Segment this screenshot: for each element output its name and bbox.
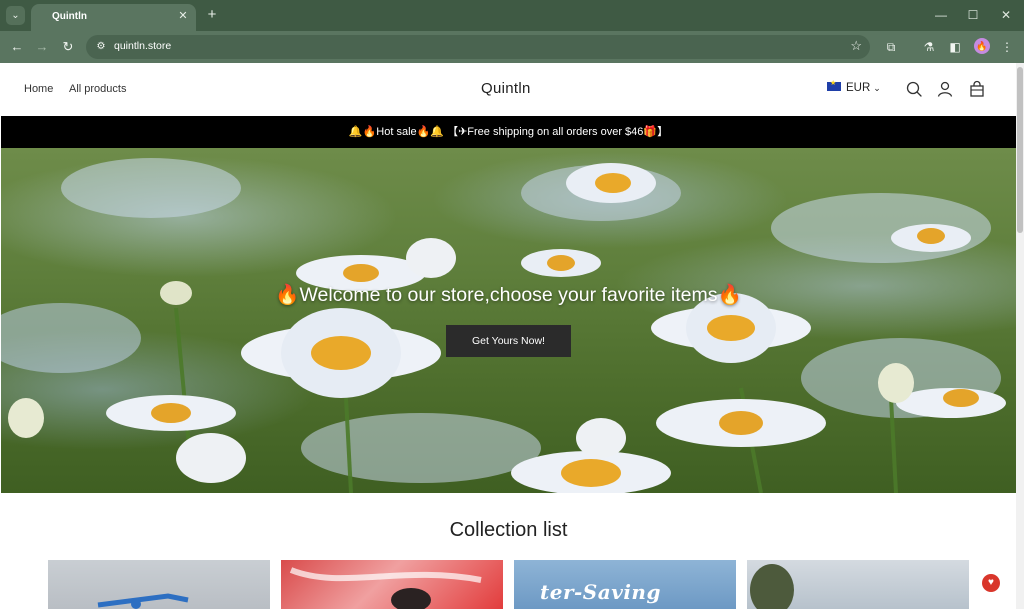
browser-tab-bar: ⌄ Quintln ✕ + — ☐ ✕	[0, 0, 1024, 31]
hero-title: 🔥Welcome to our store,choose your favori…	[275, 284, 742, 306]
site-info-icon[interactable]: ⚙	[93, 39, 109, 55]
side-panel-icon[interactable]: ◧	[946, 38, 964, 56]
nav-all-products-link[interactable]: All products	[69, 83, 126, 95]
labs-icon[interactable]: ⚗	[920, 38, 938, 56]
announcement-text: 🔔🔥Hot sale🔥🔔 【✈Free shipping on all orde…	[348, 126, 669, 138]
cart-icon[interactable]	[968, 80, 986, 98]
maximize-button[interactable]: ☐	[962, 5, 984, 25]
profile-avatar[interactable]: 🔥	[974, 38, 990, 54]
back-button[interactable]: ←	[7, 37, 27, 57]
minimize-button[interactable]: —	[930, 5, 952, 25]
collection-list-title: Collection list	[449, 519, 568, 541]
forward-button[interactable]: →	[32, 37, 52, 57]
extensions-icon[interactable]: ⧉	[882, 38, 900, 56]
new-tab-button[interactable]: +	[203, 6, 221, 24]
web-page: Home All products Quintln EUR⌄ 🔔🔥Hot sal…	[1, 63, 1016, 609]
page-scrollbar[interactable]	[1016, 63, 1024, 609]
collection-card-4[interactable]	[747, 560, 969, 609]
url-text[interactable]: quintln.store	[114, 40, 171, 52]
search-icon[interactable]	[905, 80, 923, 98]
bookmark-star-icon[interactable]: ☆	[850, 38, 862, 54]
chevron-down-icon: ⌄	[873, 83, 881, 93]
browser-toolbar: ← → ↻ ⚙ quintln.store ☆ ⧉ ⚗ ◧ ⋮	[0, 31, 1024, 63]
collection-card-3-text: ter-Saving	[540, 580, 661, 604]
tab-close-icon[interactable]: ✕	[176, 9, 190, 23]
reload-button[interactable]: ↻	[58, 37, 78, 57]
collection-card-1[interactable]	[48, 560, 270, 609]
tab-title: Quintln	[52, 11, 87, 22]
currency-label: EUR	[846, 82, 871, 94]
collection-image-1	[97, 593, 189, 609]
announcement-bar: 🔔🔥Hot sale🔥🔔 【✈Free shipping on all orde…	[1, 116, 1016, 148]
scrollbar-thumb[interactable]	[1017, 67, 1023, 233]
site-header: Home All products Quintln EUR⌄	[1, 63, 1016, 116]
get-yours-now-button[interactable]: Get Yours Now!	[446, 325, 571, 357]
eu-flag-icon	[827, 79, 841, 91]
daisy-field-image	[1, 158, 1006, 493]
collection-image-2	[289, 567, 482, 609]
hero-banner: 🔥Welcome to our store,choose your favori…	[1, 148, 1016, 493]
store-logo[interactable]: Quintln	[481, 80, 531, 97]
tab-search-button[interactable]: ⌄	[6, 6, 25, 25]
account-icon[interactable]	[936, 80, 954, 98]
browser-tab[interactable]: Quintln ✕	[31, 4, 196, 31]
heart-badge-icon[interactable]: ♥	[982, 574, 1000, 592]
browser-menu-icon[interactable]: ⋮	[998, 38, 1016, 56]
nav-home-link[interactable]: Home	[24, 83, 53, 95]
close-window-button[interactable]: ✕	[995, 5, 1017, 25]
collection-card-2[interactable]	[281, 560, 503, 609]
collection-card-3[interactable]: ter-Saving	[514, 560, 736, 609]
currency-selector[interactable]: EUR⌄	[827, 79, 881, 94]
collection-image-4	[750, 564, 794, 609]
address-bar[interactable]: ⚙ quintln.store ☆	[86, 35, 870, 59]
